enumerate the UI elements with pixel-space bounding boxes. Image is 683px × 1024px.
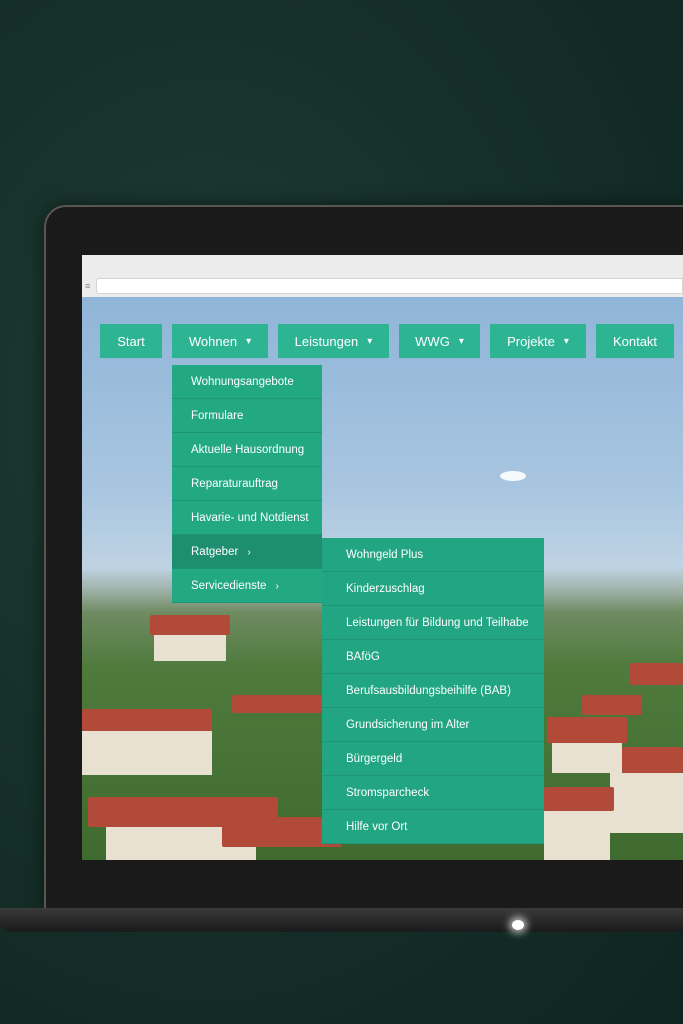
- nav-wohnen[interactable]: Wohnen ▾: [172, 324, 268, 358]
- ratgeber-submenu: Wohngeld Plus Kinderzuschlag Leistungen …: [322, 538, 544, 844]
- house-roof: [544, 787, 614, 811]
- house-roof: [82, 709, 212, 731]
- submenu-item-bab[interactable]: Berufsausbildungsbeihilfe (BAB): [322, 674, 544, 708]
- nav-start[interactable]: Start: [100, 324, 162, 358]
- screen: ≡ Start Wohnen ▾ Leistungen ▾ WWG ▾ Proj…: [82, 255, 683, 860]
- browser-menu-icon[interactable]: ≡: [85, 281, 90, 291]
- menu-item-wohnungsangebote[interactable]: Wohnungsangebote: [172, 365, 322, 399]
- house-wall: [154, 635, 226, 661]
- submenu-item-wohngeld[interactable]: Wohngeld Plus: [322, 538, 544, 572]
- house-roof: [232, 695, 322, 713]
- submenu-item-bafoeg[interactable]: BAföG: [322, 640, 544, 674]
- nav-wohnen-label: Wohnen: [188, 333, 238, 349]
- chevron-down-icon: ▾: [367, 335, 373, 347]
- submenu-item-grundsicherung[interactable]: Grundsicherung im Alter: [322, 708, 544, 742]
- house-wall: [82, 731, 212, 775]
- submenu-item-kinderzuschlag[interactable]: Kinderzuschlag: [322, 572, 544, 606]
- menu-item-ratgeber[interactable]: Ratgeber ›: [172, 535, 322, 569]
- menu-item-formulare[interactable]: Formulare: [172, 399, 322, 433]
- house-wall: [552, 743, 622, 773]
- chevron-right-icon: ›: [275, 581, 279, 592]
- nav-wwg-label: WWG: [415, 333, 450, 349]
- house-roof: [622, 747, 683, 773]
- chevron-right-icon: ›: [247, 547, 251, 558]
- house-roof: [547, 717, 627, 743]
- menu-item-havarie[interactable]: Havarie- und Notdienst: [172, 501, 322, 535]
- menu-item-ratgeber-label: Ratgeber: [191, 546, 239, 558]
- submenu-item-stromsparcheck[interactable]: Stromsparcheck: [322, 776, 544, 810]
- wohnen-dropdown: Wohnungsangebote Formulare Aktuelle Haus…: [172, 365, 322, 603]
- nav-start-label: Start: [117, 333, 145, 349]
- menu-item-reparaturauftrag[interactable]: Reparaturauftrag: [172, 467, 322, 501]
- house-wall: [610, 773, 683, 833]
- chevron-down-icon: ▾: [563, 335, 569, 347]
- submenu-item-hilfe-vor-ort[interactable]: Hilfe vor Ort: [322, 810, 544, 844]
- chevron-down-icon: ▾: [458, 335, 464, 347]
- menu-item-hausordnung[interactable]: Aktuelle Hausordnung: [172, 433, 322, 467]
- nav-kontakt-label: Kontakt: [612, 333, 658, 349]
- house-roof: [150, 615, 230, 635]
- house-wall: [544, 811, 610, 860]
- submenu-item-bildung-teilhabe[interactable]: Leistungen für Bildung und Teilhabe: [322, 606, 544, 640]
- house-roof: [582, 695, 642, 715]
- house-roof: [630, 663, 683, 685]
- chevron-down-icon: ▾: [246, 335, 252, 347]
- nav-kontakt[interactable]: Kontakt: [596, 324, 674, 358]
- laptop-base: [0, 908, 683, 932]
- menu-item-servicedienste-label: Servicedienste: [191, 580, 267, 592]
- nav-projekte[interactable]: Projekte ▾: [490, 324, 586, 358]
- url-bar[interactable]: [96, 278, 683, 294]
- browser-toolbar: ≡: [82, 255, 683, 298]
- nav-leistungen-label: Leistungen: [294, 333, 359, 349]
- laptop-light: [512, 920, 524, 930]
- nav-wwg[interactable]: WWG ▾: [399, 324, 480, 358]
- cloud: [500, 471, 526, 481]
- nav-projekte-label: Projekte: [507, 333, 555, 349]
- submenu-item-buergergeld[interactable]: Bürgergeld: [322, 742, 544, 776]
- menu-item-servicedienste[interactable]: Servicedienste ›: [172, 569, 322, 603]
- nav-leistungen[interactable]: Leistungen ▾: [278, 324, 389, 358]
